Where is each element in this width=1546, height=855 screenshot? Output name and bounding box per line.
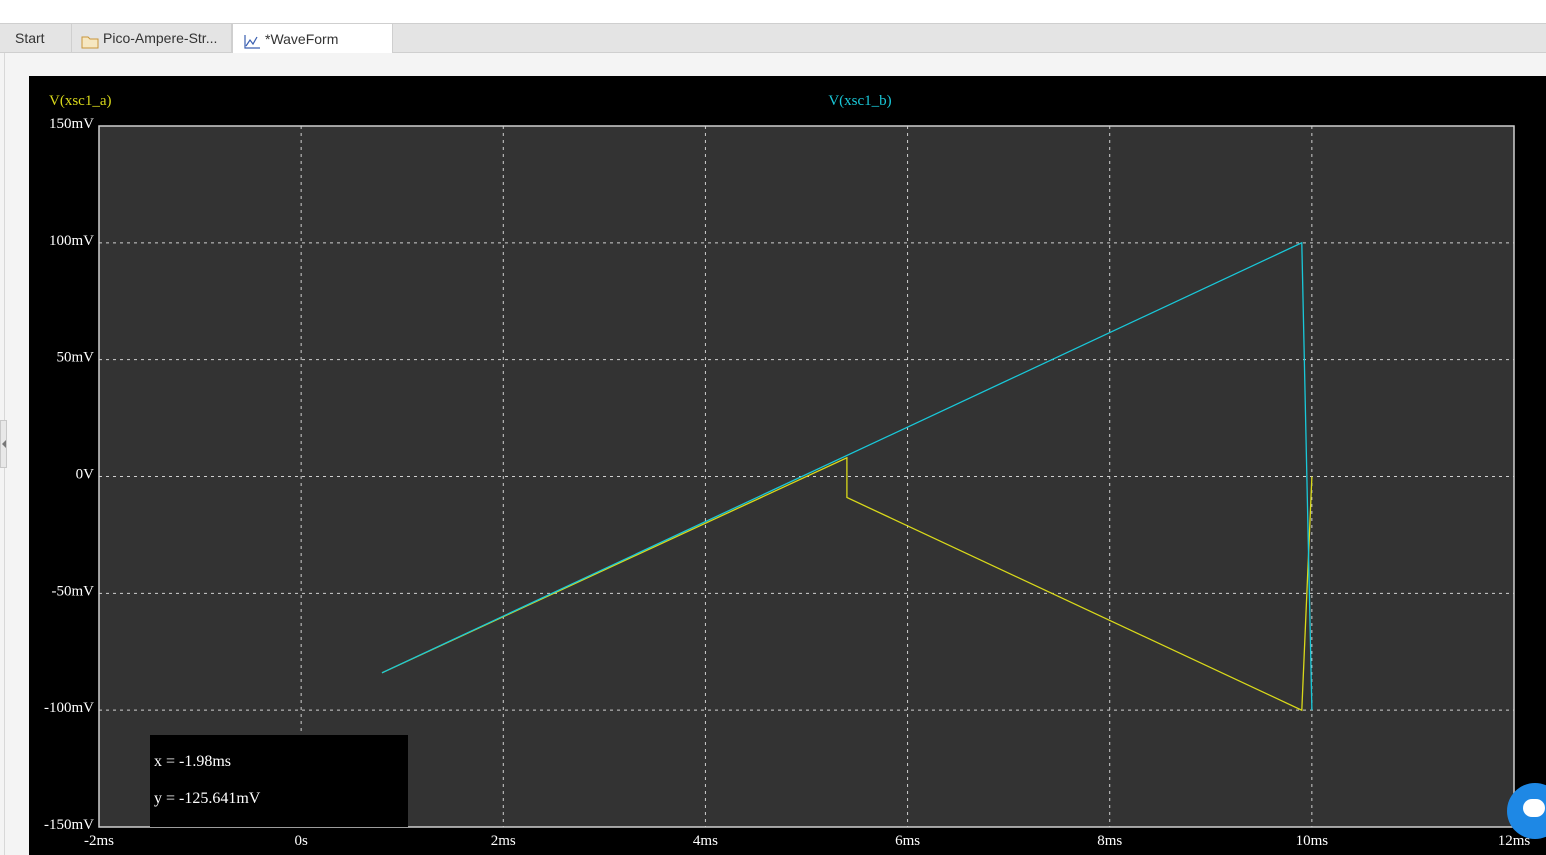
tab-start-label: Start [15, 30, 45, 46]
waveform-icon [243, 31, 261, 49]
y-tick-label: -100mV [44, 700, 94, 716]
tab-pico-ampere-label: Pico-Ampere-Str... [103, 30, 218, 46]
y-tick-label: 100mV [49, 233, 94, 249]
y-tick-label: -150mV [44, 817, 94, 833]
tab-waveform-label: *WaveForm [265, 30, 339, 47]
x-tick-label: -2ms [84, 833, 114, 849]
x-tick-label: 4ms [693, 833, 718, 849]
cursor-y-value: y = -125.641mV [154, 790, 261, 807]
tab-pico-ampere[interactable]: Pico-Ampere-Str... [72, 24, 232, 53]
tab-bar: Start Pico-Ampere-Str... *WaveForm [0, 23, 1546, 54]
waveform-viewer: -2ms 0s 2ms 4ms 6ms 8ms 10ms 12ms 150mV 100mV 50mV… [29, 76, 1546, 855]
x-tick-label: 0s [294, 833, 308, 849]
y-tick-label: -50mV [52, 583, 95, 599]
folder-icon [81, 31, 99, 48]
legend-b: V(xsc1_b) [828, 93, 891, 109]
x-tick-label: 8ms [1097, 833, 1122, 849]
tab-waveform[interactable]: *WaveForm [232, 24, 393, 54]
x-tick-label: 6ms [895, 833, 920, 849]
tab-start[interactable]: Start [0, 24, 72, 53]
y-tick-label: 0V [76, 467, 95, 483]
cursor-x-value: x = -1.98ms [154, 753, 232, 770]
x-tick-label: 2ms [491, 833, 516, 849]
panel-collapse-handle[interactable] [0, 420, 7, 468]
cursor-readout: x = -1.98ms y = -125.641mV [150, 735, 408, 827]
y-tick-label: 50mV [57, 350, 95, 366]
legend-a: V(xsc1_a) [49, 93, 111, 109]
x-tick-label: 10ms [1296, 833, 1329, 849]
y-tick-label: 150mV [49, 116, 94, 132]
